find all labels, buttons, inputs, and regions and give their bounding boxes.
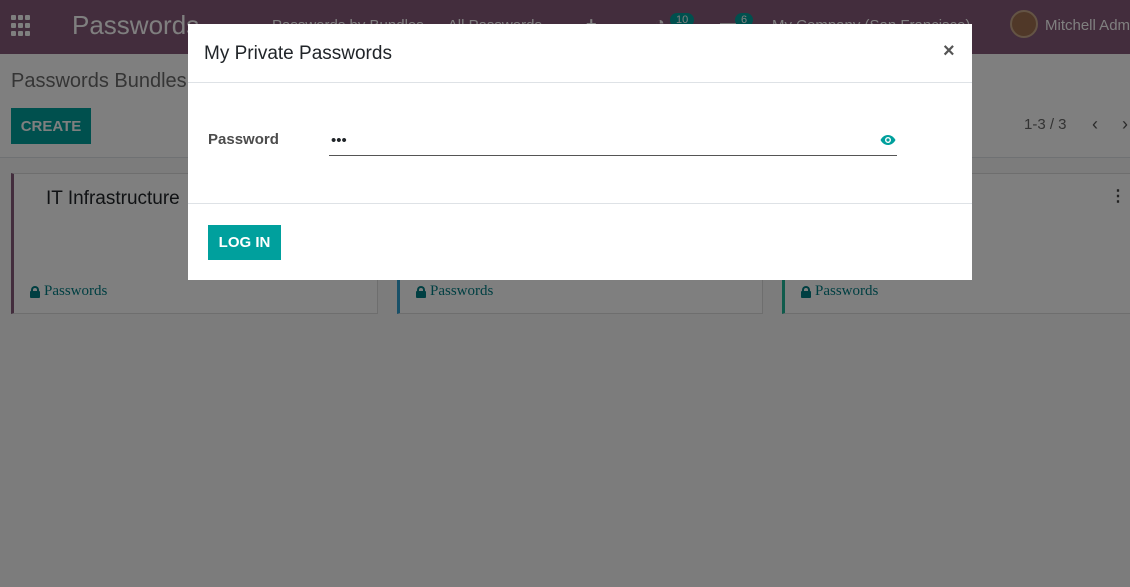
- eye-icon[interactable]: [880, 134, 896, 146]
- modal-header: My Private Passwords ×: [188, 24, 972, 83]
- login-button[interactable]: LOG IN: [208, 225, 281, 260]
- private-passwords-dialog: My Private Passwords × Password LOG IN: [188, 24, 972, 280]
- modal-title: My Private Passwords: [204, 43, 392, 64]
- close-icon[interactable]: ×: [943, 40, 955, 63]
- password-field[interactable]: [329, 126, 897, 156]
- modal-footer: LOG IN: [188, 203, 972, 280]
- password-label: Password: [208, 131, 279, 148]
